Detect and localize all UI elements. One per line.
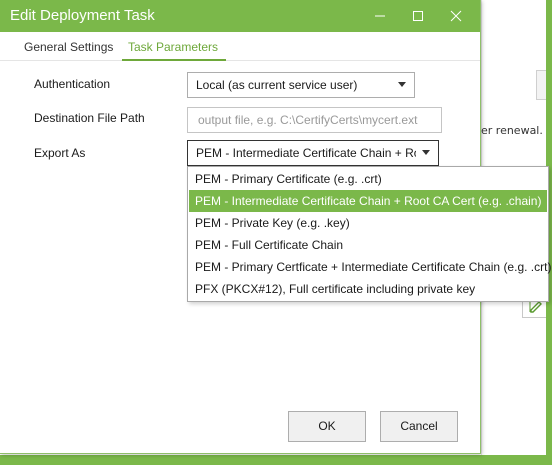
minimize-button[interactable]	[360, 0, 400, 32]
destination-placeholder: output file, e.g. C:\CertifyCerts\mycert…	[198, 113, 418, 127]
destination-file-path-input[interactable]: output file, e.g. C:\CertifyCerts\mycert…	[187, 107, 442, 133]
option-label: PEM - Primary Certficate + Intermediate …	[195, 260, 552, 274]
export-as-value: PEM - Intermediate Certificate Chain + R…	[196, 146, 416, 160]
export-as-dropdown-list: PEM - Primary Certificate (e.g. .crt) PE…	[187, 166, 551, 302]
dropdown-option[interactable]: PEM - Full Certificate Chain	[189, 234, 547, 256]
tab-general-settings[interactable]: General Settings	[24, 40, 113, 54]
chevron-down-icon	[422, 150, 430, 155]
ok-button[interactable]: OK	[288, 411, 366, 442]
option-label: PEM - Primary Certificate (e.g. .crt)	[195, 172, 382, 186]
active-tab-indicator	[122, 59, 226, 61]
cancel-button[interactable]: Cancel	[380, 411, 458, 442]
export-as-select[interactable]: PEM - Intermediate Certificate Chain + R…	[187, 140, 439, 166]
close-button[interactable]	[436, 0, 476, 32]
export-as-label: Export As	[34, 146, 86, 160]
maximize-button[interactable]	[398, 0, 438, 32]
dropdown-option[interactable]: PEM - Primary Certficate + Intermediate …	[189, 256, 551, 278]
option-label: PEM - Private Key (e.g. .key)	[195, 216, 350, 230]
authentication-select[interactable]: Local (as current service user)	[187, 72, 415, 98]
dropdown-option[interactable]: PEM - Primary Certificate (e.g. .crt)	[189, 168, 547, 190]
dropdown-option-selected[interactable]: PEM - Intermediate Certificate Chain + R…	[189, 190, 547, 212]
dropdown-option[interactable]: PEM - Private Key (e.g. .key)	[189, 212, 547, 234]
window-title: Edit Deployment Task	[10, 7, 155, 24]
destination-file-path-label: Destination File Path	[34, 111, 145, 125]
option-label: PEM - Full Certificate Chain	[195, 238, 344, 252]
chevron-down-icon	[398, 82, 406, 87]
tab-bar: General Settings Task Parameters	[0, 32, 480, 61]
option-label: PEM - Intermediate Certificate Chain + R…	[195, 194, 542, 208]
background-text: er renewal.	[481, 124, 543, 137]
authentication-label: Authentication	[34, 77, 111, 91]
maximize-icon	[413, 11, 423, 21]
authentication-value: Local (as current service user)	[196, 78, 358, 92]
title-bar: Edit Deployment Task	[0, 0, 480, 32]
dropdown-option[interactable]: PFX (PKCX#12), Full certificate includin…	[189, 278, 547, 300]
close-icon	[450, 10, 462, 22]
minimize-icon	[375, 15, 385, 17]
background-status-strip	[0, 455, 552, 465]
option-label: PFX (PKCX#12), Full certificate includin…	[195, 282, 476, 296]
tab-task-parameters[interactable]: Task Parameters	[128, 40, 218, 54]
